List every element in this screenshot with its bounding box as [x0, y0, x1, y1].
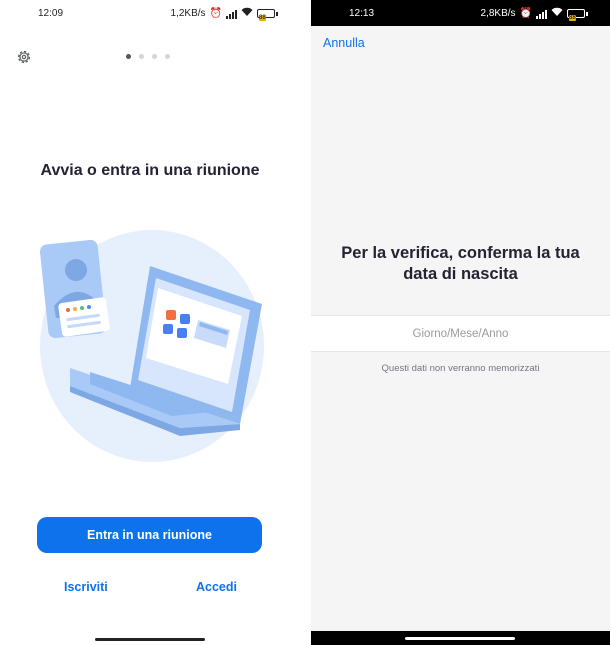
- status-icons: 1,2KB/s ⏰ 88: [170, 7, 278, 21]
- birthdate-verification-screen: 12:13 2,8KB/s ⏰ 88 Annulla Per la verifi…: [311, 0, 610, 645]
- verification-title-line1: Per la verifica, conferma la tua: [341, 244, 580, 262]
- birthdate-field[interactable]: [311, 315, 610, 352]
- login-link[interactable]: Accedi: [196, 580, 237, 594]
- signal-icon: [536, 9, 547, 19]
- wifi-icon: [551, 7, 563, 20]
- battery-icon: 88: [257, 9, 278, 21]
- status-icons: 2,8KB/s ⏰ 88: [480, 7, 588, 21]
- alarm-icon: ⏰: [209, 8, 222, 19]
- page-dot-active: [126, 54, 131, 59]
- verification-title: Per la verifica, conferma la tua data di…: [311, 243, 610, 285]
- meeting-illustration: [39, 230, 264, 462]
- wifi-icon: [241, 7, 253, 20]
- screenshot-divider: [300, 0, 311, 645]
- battery-level: 88: [259, 15, 266, 21]
- network-speed: 2,8KB/s: [480, 8, 516, 19]
- join-meeting-button[interactable]: Entra in una riunione: [37, 517, 262, 553]
- battery-icon: 88: [567, 9, 588, 21]
- status-time: 12:09: [38, 8, 64, 19]
- birthdate-input[interactable]: [311, 327, 610, 340]
- cancel-link[interactable]: Annulla: [323, 36, 365, 50]
- alarm-icon: ⏰: [519, 8, 532, 19]
- verification-title-line2: data di nascita: [403, 265, 518, 283]
- home-indicator[interactable]: [405, 637, 515, 640]
- battery-level: 88: [569, 15, 576, 21]
- home-indicator[interactable]: [95, 638, 205, 641]
- page-dot: [139, 54, 144, 59]
- page-indicator: [126, 54, 170, 59]
- signup-link[interactable]: Iscriviti: [64, 580, 108, 594]
- status-bar: 12:13 2,8KB/s ⏰ 88: [311, 0, 610, 26]
- screen-title: Avvia o entra in una riunione: [40, 162, 260, 179]
- page-dot: [165, 54, 170, 59]
- network-speed: 1,2KB/s: [170, 8, 206, 19]
- page-dot: [152, 54, 157, 59]
- signal-icon: [226, 9, 237, 19]
- settings-gear-icon[interactable]: [15, 48, 33, 66]
- start-meeting-screen: 12:09 1,2KB/s ⏰ 88 Avvia o entra in una …: [0, 0, 300, 645]
- status-time: 12:13: [349, 8, 375, 19]
- status-bar: 12:09 1,2KB/s ⏰ 88: [0, 0, 300, 26]
- privacy-note: Questi dati non verranno memorizzati: [381, 363, 540, 374]
